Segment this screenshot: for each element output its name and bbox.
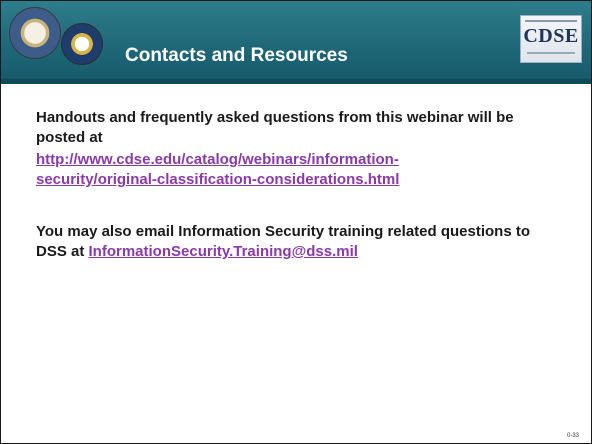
slide-header: Contacts and Resources CDSE — [1, 1, 591, 84]
dss-seal-icon — [61, 23, 103, 65]
webinar-url-line-1: http://www.cdse.edu/catalog/webinars/inf… — [36, 151, 399, 168]
logo-bottom-line — [527, 52, 575, 54]
logo-top-line — [525, 20, 577, 22]
dod-seal-icon — [9, 7, 61, 59]
cdse-logo-text: CDSE — [523, 25, 579, 47]
webinar-url-link[interactable]: http://www.cdse.edu/catalog/webinars/inf… — [36, 150, 399, 190]
webinar-url-line-2: security/original-classification-conside… — [36, 171, 400, 188]
slide-content: Handouts and frequently asked questions … — [36, 108, 556, 262]
page-number: 0-33 — [566, 433, 579, 439]
cdse-logo: CDSE — [520, 15, 582, 63]
email-paragraph: You may also email Information Security … — [36, 222, 556, 262]
handouts-paragraph: Handouts and frequently asked questions … — [36, 108, 556, 148]
email-link[interactable]: InformationSecurity.Training@dss.mil — [89, 243, 358, 260]
slide-title: Contacts and Resources — [125, 45, 348, 66]
handouts-text: Handouts and frequently asked questions … — [36, 109, 514, 146]
header-bottom-band — [1, 79, 591, 84]
slide: Contacts and Resources CDSE Handouts and… — [0, 0, 592, 444]
